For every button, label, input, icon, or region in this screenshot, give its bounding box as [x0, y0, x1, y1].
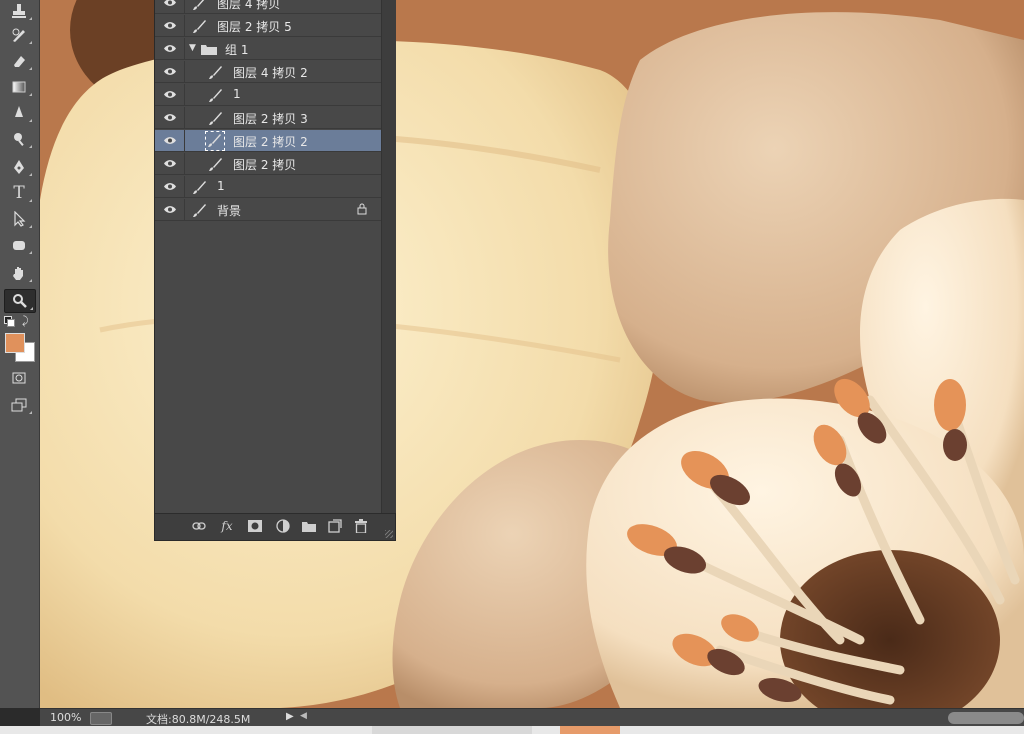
hand-icon[interactable] [4, 262, 34, 284]
type-icon[interactable]: T [4, 182, 34, 204]
gradient-icon[interactable] [4, 76, 34, 98]
layer-thumbnail-icon [205, 131, 225, 151]
layer-thumbnail-icon [191, 179, 207, 195]
layer-name[interactable]: 图层 2 拷贝 5 [217, 18, 292, 35]
stamp-tool-icon[interactable] [4, 0, 34, 22]
resize-grip-icon[interactable] [385, 530, 393, 538]
layers-scrollbar[interactable] [381, 0, 396, 513]
layer-row[interactable]: 图层 2 拷贝 5 [155, 15, 381, 37]
layer-thumbnail-icon [207, 64, 223, 80]
layer-row[interactable]: 图层 2 拷贝 2 [155, 130, 381, 152]
layer-name[interactable]: 1 [233, 87, 241, 101]
trash-icon[interactable] [353, 519, 369, 533]
history-brush-icon[interactable] [4, 24, 34, 46]
layer-thumbnail-icon [207, 87, 223, 103]
folder-icon [200, 42, 218, 59]
scroll-left-arrow-icon[interactable]: ◀ [300, 711, 307, 721]
layer-row[interactable]: 背景 [155, 199, 381, 221]
group-expand-icon[interactable]: ▼ [189, 43, 196, 53]
layer-name[interactable]: 组 1 [225, 41, 248, 58]
taskbar-accent [560, 726, 620, 734]
pen-icon[interactable] [4, 156, 34, 178]
visibility-eye-icon[interactable] [155, 107, 185, 128]
adjustment-icon[interactable] [275, 519, 291, 533]
screen-mode-icon[interactable] [4, 394, 34, 416]
rectangle-shape-icon[interactable] [4, 234, 34, 256]
status-bar: 100% 文档:80.8M/248.5M ▶ ◀ [40, 708, 1024, 727]
layer-name[interactable]: 图层 4 拷贝 [217, 0, 280, 12]
layer-row[interactable]: 图层 4 拷贝 2 [155, 61, 381, 83]
fx-label: fx [221, 519, 233, 533]
layer-row[interactable]: 图层 2 拷贝 [155, 153, 381, 175]
layer-row[interactable]: 1 [155, 84, 381, 106]
visibility-eye-icon[interactable] [155, 130, 185, 151]
layer-thumbnail-icon [191, 0, 207, 11]
visibility-eye-icon[interactable] [155, 15, 185, 36]
quick-mask-icon[interactable] [4, 367, 34, 389]
tools-panel: T ⤸ [0, 0, 40, 708]
mask-icon[interactable] [247, 519, 263, 533]
foreground-color-swatch[interactable] [5, 333, 25, 353]
fx-icon[interactable]: fx [219, 519, 235, 533]
folder-icon[interactable] [301, 519, 317, 533]
layer-name[interactable]: 图层 2 拷贝 3 [233, 110, 308, 127]
visibility-eye-icon[interactable] [155, 38, 185, 59]
zoom-level[interactable]: 100% [50, 711, 81, 724]
status-preview-icon[interactable] [90, 712, 112, 725]
visibility-eye-icon[interactable] [155, 176, 185, 197]
dodge-icon[interactable] [4, 128, 34, 150]
blur-icon[interactable] [4, 102, 34, 124]
visibility-eye-icon[interactable] [155, 0, 185, 13]
default-colors-icon[interactable] [4, 316, 15, 327]
layer-name[interactable]: 图层 2 拷贝 2 [233, 133, 308, 150]
layer-thumbnail-icon [191, 18, 207, 34]
visibility-eye-icon[interactable] [155, 153, 185, 174]
taskbar-strip [0, 726, 1024, 734]
document-size: 文档:80.8M/248.5M [146, 713, 251, 726]
lock-icon [357, 203, 367, 218]
layer-row[interactable]: 图层 4 拷贝 [155, 0, 381, 14]
layer-name[interactable]: 图层 2 拷贝 [233, 156, 296, 173]
layers-panel: 图层 4 拷贝图层 2 拷贝 5 ▼ 组 1 图层 4 拷贝 2 1 图层 2 拷贝 3 图… [154, 0, 396, 541]
status-menu-arrow-icon[interactable]: ▶ [286, 711, 294, 722]
layer-row[interactable]: 1 [155, 176, 381, 198]
layer-row[interactable]: 图层 2 拷贝 3 [155, 107, 381, 129]
visibility-eye-icon[interactable] [155, 61, 185, 82]
swap-colors-icon[interactable]: ⤸ [22, 314, 29, 328]
layers-panel-footer: fx [155, 513, 395, 540]
layer-row[interactable]: ▼ 组 1 [155, 38, 381, 60]
layer-name[interactable]: 背景 [217, 202, 241, 219]
layer-name[interactable]: 图层 4 拷贝 2 [233, 64, 308, 81]
new-layer-icon[interactable] [327, 519, 343, 533]
layer-thumbnail-icon [207, 156, 223, 172]
layer-name[interactable]: 1 [217, 179, 225, 193]
link-icon[interactable] [191, 519, 207, 533]
visibility-eye-icon[interactable] [155, 84, 185, 105]
taskbar-item[interactable] [372, 726, 532, 734]
layer-thumbnail-icon [207, 110, 223, 126]
layer-thumbnail-icon [191, 202, 207, 218]
eraser-icon[interactable] [4, 50, 34, 72]
visibility-eye-icon[interactable] [155, 199, 185, 220]
zoom-icon[interactable] [4, 289, 36, 313]
path-select-icon[interactable] [4, 208, 34, 230]
horizontal-scrollbar[interactable] [948, 712, 1024, 724]
